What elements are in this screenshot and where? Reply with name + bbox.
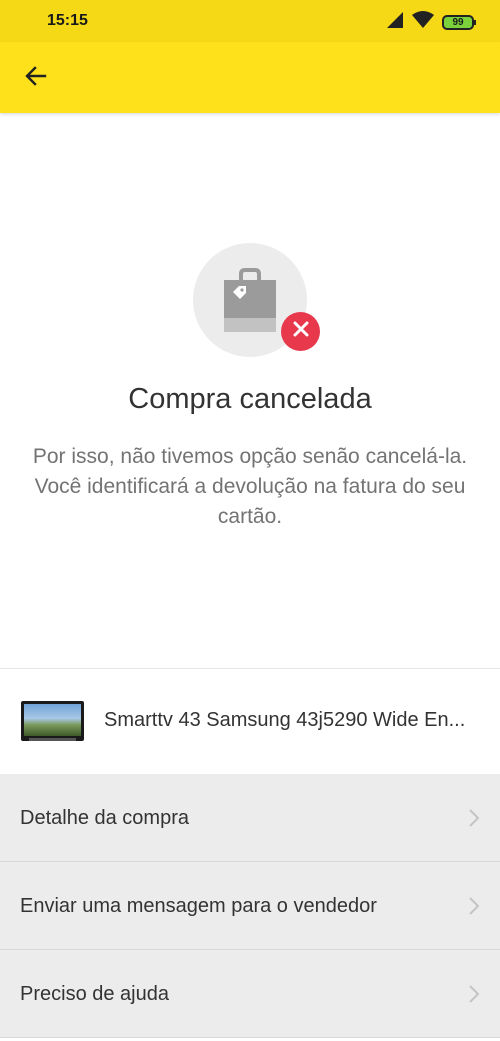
back-button[interactable] <box>20 62 52 94</box>
status-icons: 99 <box>386 10 476 34</box>
option-label: Preciso de ajuda <box>20 983 169 1005</box>
app-toolbar <box>0 42 500 113</box>
shopping-bag-icon <box>224 268 276 337</box>
chevron-right-icon <box>468 984 480 1004</box>
chevron-right-icon <box>468 808 480 828</box>
option-message-seller[interactable]: Enviar uma mensagem para o vendedor <box>0 862 500 950</box>
status-time: 15:15 <box>47 12 88 29</box>
chevron-right-icon <box>468 896 480 916</box>
signal-icon <box>386 11 404 34</box>
status-bar: 15:15 99 <box>0 0 500 42</box>
option-label: Enviar uma mensagem para o vendedor <box>20 895 377 917</box>
option-purchase-detail[interactable]: Detalhe da compra <box>0 774 500 862</box>
status-message: Por isso, não tivemos opção senão cancel… <box>32 445 468 528</box>
product-item[interactable]: Smarttv 43 Samsung 43j5290 Wide En... <box>0 669 500 774</box>
arrow-left-icon <box>24 64 48 93</box>
cancel-badge <box>281 312 320 351</box>
option-label: Detalhe da compra <box>20 807 189 829</box>
wifi-icon <box>412 10 434 34</box>
option-help[interactable]: Preciso de ajuda <box>0 950 500 1038</box>
options-list: Detalhe da compra Enviar uma mensagem pa… <box>0 774 500 1038</box>
product-title: Smarttv 43 Samsung 43j5290 Wide En... <box>104 709 466 731</box>
page-title: Compra cancelada <box>128 383 372 415</box>
close-icon <box>293 321 309 342</box>
tv-thumbnail <box>21 701 84 741</box>
battery-icon: 99 <box>442 14 476 30</box>
